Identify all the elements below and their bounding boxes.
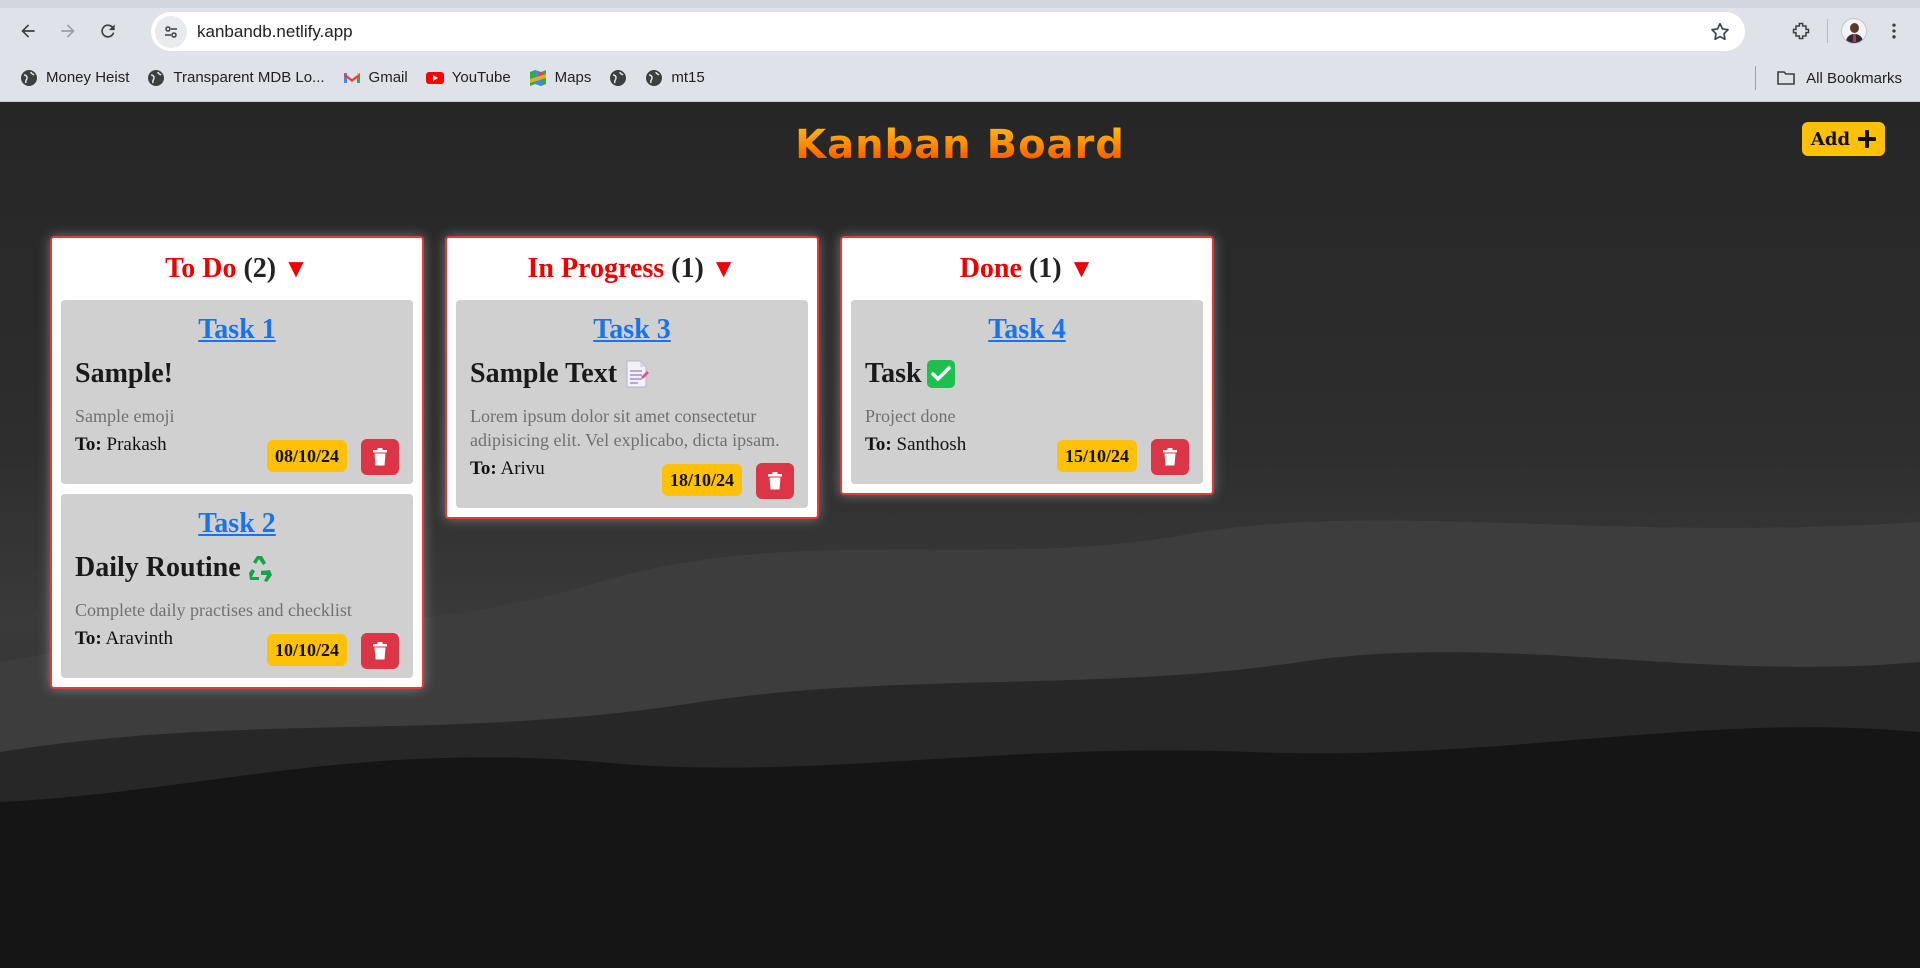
bookmark-label: YouTube	[451, 69, 511, 86]
task-title: Task	[865, 356, 1189, 392]
memo-icon	[621, 359, 651, 389]
task-title: Sample!	[75, 356, 399, 392]
task-assignee: To: Prakash	[75, 434, 167, 455]
column-name: Done	[959, 253, 1022, 284]
address-bar[interactable]: kanbandb.netlify.app	[151, 12, 1745, 51]
delete-button[interactable]	[361, 439, 399, 475]
bookmark-transparent-mdb[interactable]: Transparent MDB Lo...	[139, 62, 332, 94]
column-name: In Progress	[527, 253, 665, 284]
date-badge: 15/10/24	[1056, 440, 1137, 472]
tab-strip	[0, 0, 1920, 8]
bookmark-gmail[interactable]: Gmail	[335, 62, 416, 94]
all-bookmarks-label: All Bookmarks	[1806, 69, 1902, 87]
add-task-button[interactable]: Add	[1802, 122, 1885, 156]
trash-icon	[768, 472, 782, 490]
url-text: kanbandb.netlify.app	[197, 21, 353, 41]
task-description: Project done	[865, 406, 956, 426]
kanban-page: Kanban Board Add To Do (2) ▼ Task 1 Samp…	[0, 102, 1920, 968]
task-assignee: To: Arivu	[470, 458, 545, 479]
task-description: Sample emoji	[75, 406, 175, 426]
bookmark-star-icon[interactable]	[1709, 21, 1731, 43]
bookmark-maps[interactable]: Maps	[521, 62, 600, 94]
toolbar-divider	[1827, 19, 1828, 43]
bookmark-label: Transparent MDB Lo...	[173, 69, 325, 86]
recycle-icon	[245, 553, 275, 583]
column-count: (1)	[1028, 253, 1062, 284]
collapse-arrow-icon[interactable]: ▼	[711, 254, 737, 283]
menu-kebab-icon[interactable]	[1874, 11, 1914, 51]
trash-icon	[1163, 448, 1177, 466]
bookmark-youtube[interactable]: YouTube	[418, 62, 519, 94]
task-link[interactable]: Task 4	[865, 300, 1189, 350]
task-assignee: To: Aravinth	[75, 628, 174, 649]
site-info-icon[interactable]	[155, 15, 187, 48]
delete-button[interactable]	[756, 463, 794, 499]
column-header[interactable]: Done (1) ▼	[851, 246, 1203, 292]
task-card[interactable]: Task 4 Task Project done To: Santhosh 15…	[851, 300, 1203, 484]
trash-icon	[373, 642, 387, 660]
task-title: Daily Routine	[75, 550, 399, 586]
globe-icon	[147, 69, 165, 87]
folder-icon	[1777, 71, 1795, 85]
bookmarks-divider	[1755, 66, 1756, 90]
task-card[interactable]: Task 3 Sample Text Lorem ipsum dolor sit…	[456, 300, 808, 508]
bookmark-label: mt15	[671, 69, 705, 86]
add-label: Add	[1810, 128, 1851, 150]
board-title: Kanban Board	[0, 122, 1920, 168]
delete-button[interactable]	[361, 633, 399, 669]
youtube-icon	[425, 69, 444, 87]
bookmarks-bar: Money Heist Transparent MDB Lo... Gmail …	[0, 54, 1920, 102]
task-title-text: Sample Text	[470, 358, 618, 389]
forward-icon[interactable]	[48, 11, 88, 51]
task-link[interactable]: Task 1	[75, 300, 399, 350]
column-done: Done (1) ▼ Task 4 Task Project done To: …	[840, 236, 1214, 495]
check-mark-icon	[926, 359, 956, 389]
task-link[interactable]: Task 3	[470, 300, 794, 350]
bookmark-globe[interactable]	[601, 62, 635, 94]
bookmark-money-heist[interactable]: Money Heist	[12, 62, 137, 94]
column-name: To Do	[165, 253, 237, 284]
task-assignee: To: Santhosh	[865, 434, 967, 455]
bookmark-label: Money Heist	[46, 69, 130, 86]
date-badge: 10/10/24	[266, 634, 347, 666]
bookmark-label: Gmail	[368, 69, 408, 86]
collapse-arrow-icon[interactable]: ▼	[1069, 254, 1095, 283]
maps-icon	[529, 69, 547, 87]
browser-toolbar: kanbandb.netlify.app	[0, 8, 1920, 54]
trash-icon	[373, 448, 387, 466]
task-title-text: Sample!	[75, 358, 173, 389]
column-header[interactable]: In Progress (1) ▼	[456, 246, 808, 292]
column-todo: To Do (2) ▼ Task 1 Sample! Sample emoji …	[50, 236, 424, 689]
task-description: Lorem ipsum dolor sit amet consectetur a…	[470, 406, 780, 450]
task-card[interactable]: Task 2 Daily Routine Complete daily prac…	[61, 494, 413, 678]
task-title-text: Task	[865, 358, 922, 389]
column-count: (1)	[671, 253, 704, 284]
all-bookmarks-button[interactable]: All Bookmarks	[1776, 62, 1902, 94]
reload-icon[interactable]	[88, 11, 128, 51]
task-title: Sample Text	[470, 356, 794, 392]
column-header[interactable]: To Do (2) ▼	[61, 246, 413, 292]
date-badge: 18/10/24	[661, 464, 742, 496]
task-card[interactable]: Task 1 Sample! Sample emoji To: Prakash …	[61, 300, 413, 484]
column-in-progress: In Progress (1) ▼ Task 3 Sample Text Lor…	[445, 236, 819, 519]
bookmark-label: Maps	[554, 69, 592, 86]
globe-icon	[645, 69, 663, 87]
column-count: (2)	[243, 253, 277, 284]
task-description: Complete daily practises and checklist	[75, 600, 352, 620]
task-title-text: Daily Routine	[75, 552, 241, 583]
extensions-icon[interactable]	[1781, 11, 1821, 51]
date-badge: 08/10/24	[266, 440, 347, 472]
task-link[interactable]: Task 2	[75, 494, 399, 544]
plus-icon	[1858, 130, 1877, 148]
globe-icon	[20, 69, 38, 87]
bookmark-mt15[interactable]: mt15	[637, 62, 712, 94]
globe-icon	[609, 69, 627, 87]
gmail-icon	[343, 69, 361, 87]
delete-button[interactable]	[1151, 439, 1189, 475]
back-icon[interactable]	[8, 11, 48, 51]
profile-avatar[interactable]	[1834, 11, 1874, 51]
collapse-arrow-icon[interactable]: ▼	[283, 254, 309, 283]
